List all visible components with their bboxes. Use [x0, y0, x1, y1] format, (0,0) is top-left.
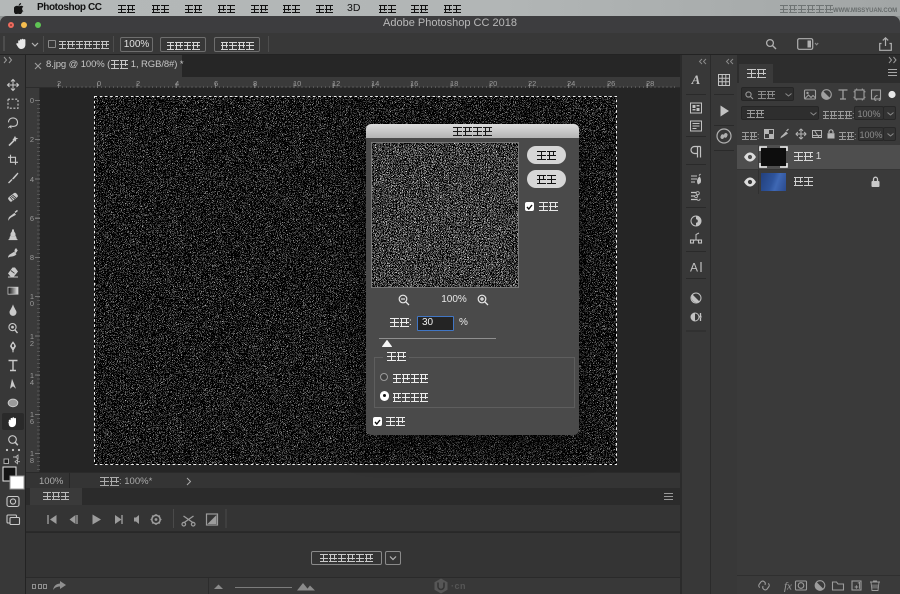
svg-text:A: A: [690, 261, 698, 275]
svg-text:A: A: [691, 72, 701, 87]
svg-text:fx: fx: [784, 581, 792, 593]
